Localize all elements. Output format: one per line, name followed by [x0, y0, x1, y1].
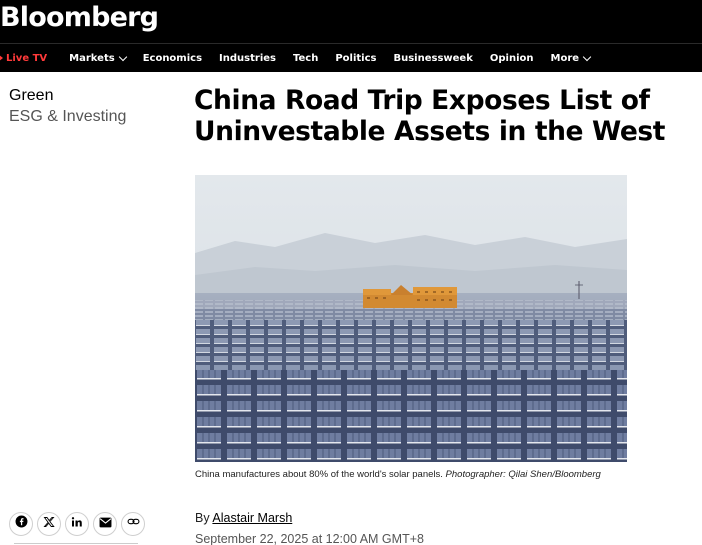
section-label: Green ESG & Investing [9, 86, 126, 128]
nav-tech[interactable]: Tech [293, 53, 318, 64]
x-icon [43, 515, 55, 533]
share-bar [9, 512, 149, 536]
main-nav: Live TV Markets Economics Industries Tec… [0, 43, 702, 72]
nav-more-label: More [550, 52, 580, 64]
x-share-button[interactable] [37, 512, 61, 536]
caption-text: China manufactures about 80% of the worl… [195, 469, 443, 480]
email-icon [99, 515, 112, 533]
author-link[interactable]: Alastair Marsh [212, 511, 292, 525]
section-sub-link[interactable]: ESG & Investing [9, 106, 126, 128]
copy-link-button[interactable] [121, 512, 145, 536]
nav-economics[interactable]: Economics [143, 53, 202, 64]
nav-opinion[interactable]: Opinion [490, 53, 534, 64]
article-photo [195, 175, 627, 462]
live-play-icon [0, 54, 3, 62]
photo-caption: China manufactures about 80% of the worl… [195, 468, 615, 481]
email-share-button[interactable] [93, 512, 117, 536]
linkedin-icon [71, 515, 83, 533]
nav-live-tv-label: Live TV [6, 52, 48, 64]
publish-date: September 22, 2025 at 12:00 AM GMT+8 [195, 532, 424, 545]
nav-businessweek[interactable]: Businessweek [393, 53, 472, 64]
top-bar: Bloomberg [0, 0, 702, 43]
nav-markets[interactable]: Markets [69, 52, 127, 64]
divider [14, 543, 138, 544]
linkedin-share-button[interactable] [65, 512, 89, 536]
nav-politics[interactable]: Politics [335, 53, 376, 64]
chevron-down-icon [582, 52, 592, 61]
byline: By Alastair Marsh [195, 511, 292, 525]
facebook-share-button[interactable] [9, 512, 33, 536]
chevron-down-icon [118, 52, 127, 61]
section-name-link[interactable]: Green [9, 86, 126, 106]
article-headline: China Road Trip Exposes List of Uninvest… [194, 85, 666, 147]
nav-industries[interactable]: Industries [219, 53, 276, 64]
photo-credit: Photographer: Qilai Shen/Bloomberg [445, 469, 601, 480]
nav-markets-label: Markets [69, 52, 115, 64]
nav-live-tv[interactable]: Live TV [0, 53, 47, 64]
link-icon [127, 515, 140, 533]
byline-prefix: By [195, 511, 210, 525]
facebook-icon [15, 515, 28, 533]
nav-more[interactable]: More [550, 52, 592, 64]
bloomberg-logo[interactable]: Bloomberg [0, 1, 159, 35]
